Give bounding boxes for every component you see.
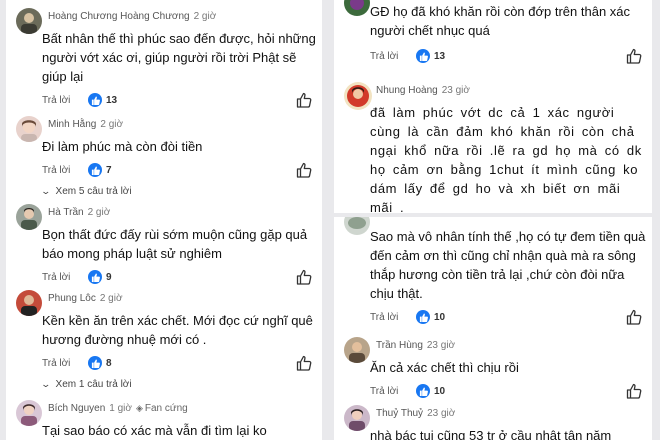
view-replies-link[interactable]: ⌄ Xem 1 câu trả lời: [40, 379, 316, 390]
reply-button[interactable]: Trả lời: [42, 95, 70, 106]
comment-item: Sao mà vô nhân tính thế ,họ có tự đem ti…: [344, 217, 646, 329]
thumbs-up-outline-icon[interactable]: [296, 162, 312, 178]
comment-text: nhà bác tui cũng 53 tr ở cầu nhật tân nă…: [370, 428, 612, 440]
like-count: 8: [106, 357, 112, 369]
comment-text: Tại sao báo có xác mà vẫn đi tìm lại ko: [42, 423, 267, 438]
avatar[interactable]: [16, 116, 42, 142]
reply-button[interactable]: Trả lời: [42, 165, 70, 176]
comment-item: Trần Hùng 23 giờ Ăn cả xác chết thì chịu …: [344, 337, 646, 403]
comment-time: 23 giờ: [427, 408, 456, 419]
right-top-comments-panel: GĐ họ đã khó khăn rồi còn đớp trên thân …: [334, 0, 652, 213]
like-summary[interactable]: 9: [88, 270, 112, 284]
like-summary[interactable]: 8: [88, 356, 112, 370]
comment-time: 1 giờ: [109, 403, 132, 414]
comment-item: Thuỷ Thuỷ 23 giờ nhà bác tui cũng 53 tr ở…: [344, 405, 646, 440]
avatar[interactable]: [16, 8, 42, 34]
comment-author[interactable]: Thuỷ Thuỷ: [376, 408, 423, 419]
comment-text: Bất nhân thế thì phúc sao đến được, hỏi …: [42, 31, 316, 84]
comment-item: Phung Lôc 2 giờ Kền kền ăn trên xác chết.…: [16, 290, 316, 390]
comment-time: 2 giờ: [193, 11, 217, 22]
avatar[interactable]: [16, 204, 42, 230]
comment-time: 2 giờ: [100, 119, 124, 130]
chevron-down-icon: ⌄: [40, 379, 52, 389]
fan-badge: ◈ Fan cứng: [136, 403, 188, 414]
thumbs-up-outline-icon[interactable]: [626, 383, 642, 399]
comment-item: Nhung Hoàng 23 giờ đã làm phúc vớt dc cả …: [344, 82, 646, 213]
reply-button[interactable]: Trả lời: [370, 312, 398, 323]
like-summary[interactable]: 13: [416, 49, 445, 63]
fan-badge-label: Fan cứng: [144, 403, 188, 414]
like-count: 9: [106, 271, 112, 283]
comment-author[interactable]: Bích Nguyen: [48, 403, 105, 414]
comment-item: Minh Hằng 2 giờ Đi làm phúc mà còn đòi ti…: [16, 116, 316, 197]
comment-text: GĐ họ đã khó khăn rồi còn đớp trên thân …: [370, 4, 631, 38]
like-summary[interactable]: 10: [416, 384, 445, 398]
avatar[interactable]: [344, 337, 370, 363]
thumbs-up-outline-icon[interactable]: [626, 309, 642, 325]
thumbs-up-badge-icon: [416, 310, 430, 324]
avatar[interactable]: [344, 405, 370, 431]
thumbs-up-badge-icon: [88, 356, 102, 370]
avatar[interactable]: [16, 290, 42, 316]
view-replies-label: Xem 5 câu trả lời: [55, 186, 132, 197]
thumbs-up-outline-icon[interactable]: [296, 355, 312, 371]
avatar[interactable]: [344, 82, 372, 110]
like-count: 7: [106, 164, 112, 176]
comment-time: 2 giờ: [87, 207, 111, 218]
like-summary[interactable]: 10: [416, 310, 445, 324]
reply-button[interactable]: Trả lời: [42, 272, 70, 283]
thumbs-up-badge-icon: [416, 384, 430, 398]
like-count: 10: [434, 385, 446, 397]
comment-author[interactable]: Phung Lôc: [48, 293, 96, 304]
like-count: 10: [434, 311, 446, 323]
comment-item: Bích Nguyen 1 giờ ◈ Fan cứng Tại sao báo có…: [16, 400, 316, 440]
chevron-down-icon: ⌄: [40, 186, 52, 196]
view-replies-label: Xem 1 câu trả lời: [55, 379, 132, 390]
avatar[interactable]: [16, 400, 42, 426]
comment-item: Hoàng Chương Hoàng Chương 2 giờ Bất nhân …: [16, 8, 316, 112]
comment-text: Ăn cả xác chết thì chịu rồi: [370, 360, 519, 375]
comment-text: Đi làm phúc mà còn đòi tiền: [42, 139, 203, 154]
comment-author[interactable]: Trần Hùng: [376, 340, 423, 351]
comment-author[interactable]: Hoàng Chương Hoàng Chương: [48, 11, 190, 22]
thumbs-up-badge-icon: [88, 163, 102, 177]
comment-text: đã làm phúc vớt dc cả 1 xác người cùng l…: [370, 105, 642, 213]
comment-author[interactable]: Nhung Hoàng: [376, 85, 438, 96]
comment-text: Kền kền ăn trên xác chết. Mới đọc cứ ngh…: [42, 313, 313, 347]
comment-item: Hà Trần 2 giờ Bọn thất đức đấy rùi sớm mu…: [16, 204, 316, 289]
comment-time: 23 giờ: [426, 340, 456, 351]
like-count: 13: [434, 50, 446, 62]
thumbs-up-badge-icon: [416, 49, 430, 63]
right-bottom-comments-panel: Sao mà vô nhân tính thế ,họ có tự đem ti…: [334, 217, 652, 440]
view-replies-link[interactable]: ⌄ Xem 5 câu trả lời: [40, 186, 316, 197]
reply-button[interactable]: Trả lời: [370, 386, 398, 397]
left-comments-panel: Hoàng Chương Hoàng Chương 2 giờ Bất nhân …: [6, 0, 322, 440]
diamond-icon: ◈: [135, 403, 143, 413]
thumbs-up-badge-icon: [88, 93, 102, 107]
thumbs-up-outline-icon[interactable]: [626, 48, 642, 64]
comment-time: 23 giờ: [441, 85, 470, 96]
thumbs-up-badge-icon: [88, 270, 102, 284]
comment-author[interactable]: Hà Trần: [48, 207, 84, 218]
reply-button[interactable]: Trả lời: [370, 51, 398, 62]
comment-item: GĐ họ đã khó khăn rồi còn đớp trên thân …: [344, 0, 646, 68]
avatar[interactable]: [344, 217, 370, 235]
avatar[interactable]: [344, 0, 370, 16]
like-summary[interactable]: 7: [88, 163, 112, 177]
comment-time: 2 giờ: [99, 293, 123, 304]
like-summary[interactable]: 13: [88, 93, 117, 107]
thumbs-up-outline-icon[interactable]: [296, 269, 312, 285]
comment-author[interactable]: Minh Hằng: [48, 119, 96, 130]
comment-text: Sao mà vô nhân tính thế ,họ có tự đem ti…: [370, 229, 646, 301]
reply-button[interactable]: Trả lời: [42, 358, 70, 369]
like-count: 13: [106, 94, 118, 106]
comment-text: Bọn thất đức đấy rùi sớm muộn cũng gặp q…: [42, 227, 308, 261]
thumbs-up-outline-icon[interactable]: [296, 92, 312, 108]
